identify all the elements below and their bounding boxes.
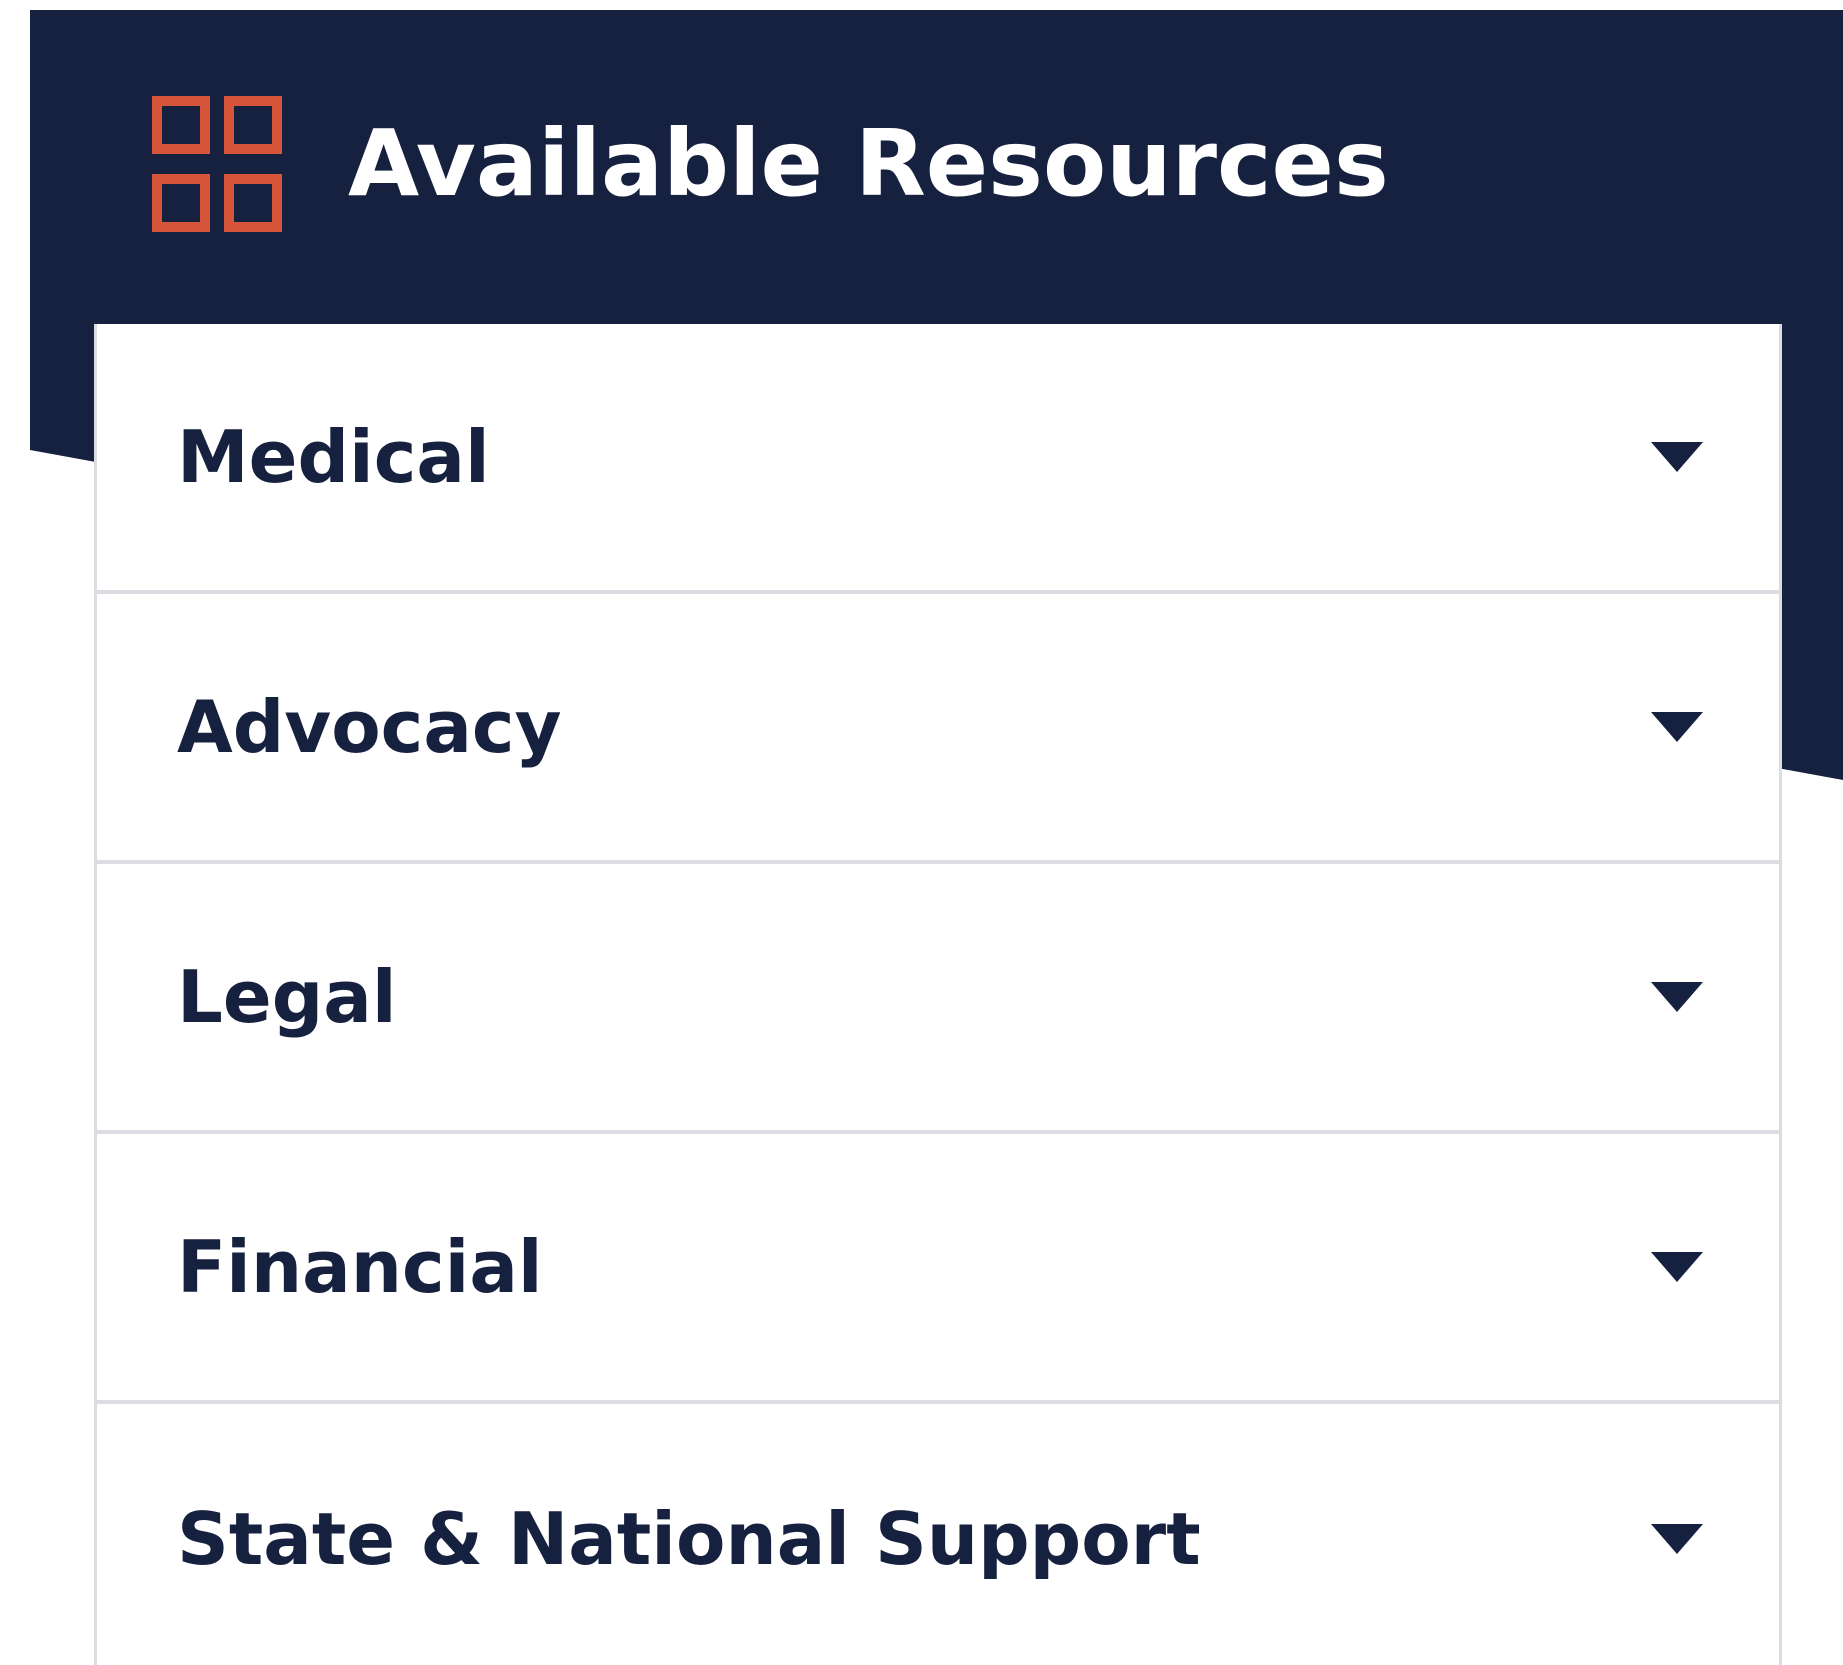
chevron-down-icon[interactable] [1651, 442, 1703, 472]
accordion-item-label: Medical [177, 415, 490, 499]
accordion-item-label: Financial [177, 1225, 543, 1309]
accordion-item-medical[interactable]: Medical [97, 324, 1779, 594]
accordion-item-advocacy[interactable]: Advocacy [97, 594, 1779, 864]
page-title: Available Resources [348, 110, 1389, 217]
chevron-down-icon[interactable] [1651, 1252, 1703, 1282]
resources-widget: Available Resources Medical Advocacy Leg… [0, 0, 1843, 1665]
accordion-item-label: Advocacy [177, 685, 562, 769]
grid-icon [152, 96, 282, 232]
chevron-down-icon[interactable] [1651, 712, 1703, 742]
chevron-down-icon[interactable] [1651, 982, 1703, 1012]
accordion-panel: Medical Advocacy Legal Financial State &… [94, 324, 1782, 1665]
accordion-item-label: Legal [177, 955, 397, 1039]
accordion-item-label: State & National Support [177, 1497, 1201, 1581]
accordion-item-state-national-support[interactable]: State & National Support [97, 1404, 1779, 1665]
chevron-down-icon[interactable] [1651, 1524, 1703, 1554]
accordion-item-legal[interactable]: Legal [97, 864, 1779, 1134]
header: Available Resources [152, 96, 1389, 232]
accordion-item-financial[interactable]: Financial [97, 1134, 1779, 1404]
